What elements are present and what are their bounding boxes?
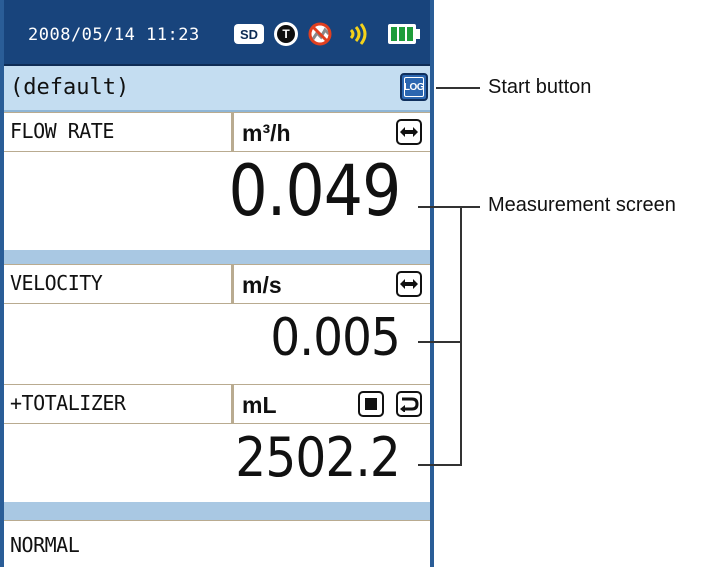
measurement-screen: 2008/05/14 11:23 SD T (default) LOG FLOW… <box>4 0 430 568</box>
no-signal-icon <box>307 22 335 46</box>
switch-item-button[interactable] <box>396 119 422 145</box>
start-button-callout: Start button <box>488 76 592 98</box>
measurement-callout-bracket <box>460 206 462 466</box>
velocity-label: VELOCITY <box>4 265 234 303</box>
datetime: 2008/05/14 11:23 <box>28 25 200 45</box>
totalizer-value-area: 2502.2 <box>4 424 430 502</box>
velocity-unit: m/s <box>242 272 282 298</box>
log-start-button[interactable]: LOG <box>400 73 428 101</box>
switch-item-button[interactable] <box>396 271 422 297</box>
velocity-value-area: 0.005 <box>4 304 430 384</box>
totalizer-value: 2502.2 <box>235 426 401 489</box>
return-icon <box>400 397 419 412</box>
setting-name: (default) <box>10 75 130 100</box>
flow-rate-row: FLOW RATE m³/h <box>4 112 430 152</box>
flow-rate-value: 0.049 <box>228 150 401 232</box>
measurement-callout-line <box>418 206 462 208</box>
measurement-callout-line <box>418 341 462 343</box>
section-divider <box>4 250 430 264</box>
log-button-label: LOG <box>404 77 425 97</box>
flow-rate-unit: m³/h <box>242 120 291 146</box>
status-text: NORMAL <box>10 533 80 557</box>
flow-rate-label: FLOW RATE <box>4 113 234 151</box>
double-arrow-icon <box>400 279 418 289</box>
signal-strength-icon <box>346 22 372 46</box>
measurement-callout-connector <box>460 206 480 208</box>
t-mode-label: T <box>277 25 295 43</box>
section-divider <box>4 502 430 520</box>
totalizer-label: +TOTALIZER <box>4 385 234 423</box>
reset-totalizer-button[interactable] <box>396 391 422 417</box>
double-arrow-icon <box>400 127 418 137</box>
setting-header: (default) LOG <box>4 66 430 112</box>
battery-icon <box>388 22 420 46</box>
totalizer-unit: mL <box>242 392 277 418</box>
device-frame: 2008/05/14 11:23 SD T (default) LOG FLOW… <box>0 0 434 568</box>
flow-rate-value-area: 0.049 <box>4 150 430 250</box>
stop-totalizer-button[interactable] <box>358 391 384 417</box>
velocity-row: VELOCITY m/s <box>4 264 430 304</box>
sd-card-icon: SD <box>234 24 264 44</box>
status-bar: 2008/05/14 11:23 SD T <box>4 0 430 66</box>
stop-icon <box>365 398 377 410</box>
measurement-callout-line <box>418 464 462 466</box>
velocity-value: 0.005 <box>270 308 401 368</box>
totalizer-row: +TOTALIZER mL <box>4 384 430 424</box>
start-button-callout-line <box>436 87 480 89</box>
status-row: NORMAL <box>4 520 430 568</box>
measurement-screen-callout: Measurement screen <box>488 194 676 216</box>
t-mode-icon: T <box>274 22 298 46</box>
